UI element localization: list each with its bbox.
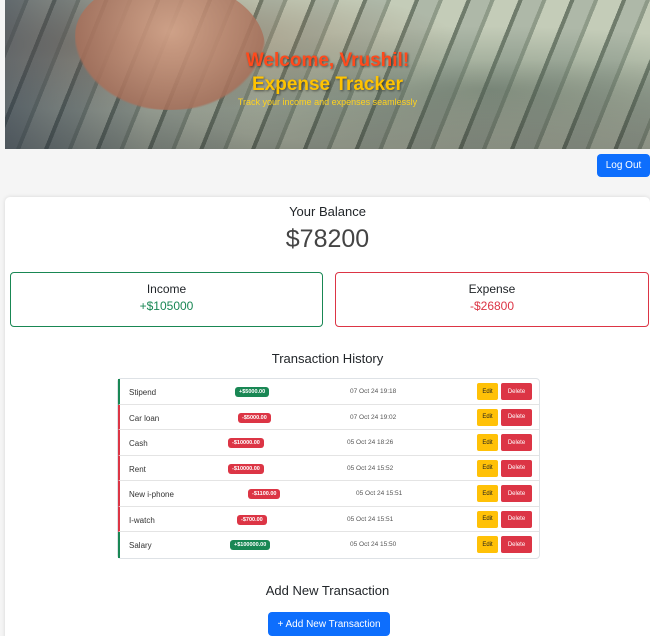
transaction-name: Cash — [129, 439, 148, 448]
edit-button[interactable]: Edit — [477, 536, 498, 553]
delete-button[interactable]: Delete — [501, 434, 532, 451]
transaction-row: Salary +$100000.00 05 Oct 24 15:50 Edit … — [118, 532, 539, 558]
delete-button[interactable]: Delete — [501, 485, 532, 502]
transaction-row: New i-phone -$1100.00 05 Oct 24 15:51 Ed… — [118, 481, 539, 507]
transaction-date: 05 Oct 24 15:52 — [347, 464, 394, 472]
delete-button[interactable]: Delete — [501, 408, 532, 426]
expense-label: Expense — [468, 282, 516, 296]
add-transaction-button[interactable]: + Add New Transaction — [268, 612, 390, 636]
transaction-history-title: Transaction History — [271, 351, 384, 366]
transaction-row: Stipend +$5000.00 07 Oct 24 19:18 Edit D… — [118, 379, 539, 405]
delete-button[interactable]: Delete — [501, 383, 532, 400]
transaction-amount-badge: +$5000.00 — [235, 387, 270, 397]
transaction-name: I-watch — [129, 515, 155, 525]
transaction-row: Car loan -$5000.00 07 Oct 24 19:02 Edit … — [118, 404, 539, 430]
transaction-name: Salary — [129, 541, 152, 550]
expense-value: -$26800 — [469, 299, 515, 313]
income-box: Income +$105000 — [10, 272, 323, 327]
transaction-date: 07 Oct 24 19:18 — [350, 388, 397, 395]
transaction-row: I-watch -$700.00 05 Oct 24 15:51 Edit De… — [118, 506, 539, 532]
edit-button[interactable]: Edit — [477, 459, 498, 477]
transaction-name: Rent — [129, 464, 146, 474]
hero-text: Welcome, Vrushil! Expense Tracker Track … — [5, 50, 650, 107]
main-card: Your Balance $78200 Income +$105000 Expe… — [5, 197, 650, 636]
transaction-amount-badge: -$5000.00 — [238, 412, 271, 423]
edit-button[interactable]: Edit — [477, 510, 498, 528]
transaction-amount-badge: -$700.00 — [237, 514, 267, 525]
income-value: +$105000 — [139, 299, 194, 313]
edit-button[interactable]: Edit — [477, 434, 498, 451]
transaction-date: 05 Oct 24 18:26 — [347, 439, 394, 446]
edit-button[interactable]: Edit — [477, 383, 498, 400]
transaction-name: Car loan — [129, 413, 160, 423]
balance-value: $78200 — [285, 225, 370, 253]
transaction-date: 05 Oct 24 15:51 — [347, 515, 394, 523]
transaction-row: Rent -$10000.00 05 Oct 24 15:52 Edit Del… — [118, 455, 539, 481]
expense-box: Expense -$26800 — [335, 272, 649, 327]
app-title: Expense Tracker — [251, 74, 404, 95]
logout-button[interactable]: Log Out — [597, 154, 650, 177]
transaction-amount-badge: -$10000.00 — [228, 438, 264, 448]
transaction-row: Cash -$10000.00 05 Oct 24 18:26 Edit Del… — [118, 430, 539, 456]
transaction-amount-badge: -$10000.00 — [228, 463, 264, 474]
transaction-amount-badge: -$1100.00 — [248, 489, 281, 499]
app-subtitle: Track your income and expenses seamlessl… — [237, 97, 418, 107]
add-transaction-title: Add New Transaction — [265, 583, 390, 598]
delete-button[interactable]: Delete — [501, 536, 532, 553]
transaction-date: 05 Oct 24 15:50 — [350, 541, 397, 548]
balance-label: Your Balance — [289, 204, 366, 219]
edit-button[interactable]: Edit — [477, 485, 498, 502]
transaction-date: 07 Oct 24 19:02 — [350, 413, 397, 421]
transaction-list: Stipend +$5000.00 07 Oct 24 19:18 Edit D… — [117, 378, 540, 559]
transaction-amount-badge: +$100000.00 — [230, 540, 271, 550]
transaction-name: New i-phone — [129, 490, 174, 499]
delete-button[interactable]: Delete — [501, 510, 532, 528]
welcome-heading: Welcome, Vrushil! — [245, 50, 410, 71]
transaction-name: Stipend — [129, 388, 157, 397]
delete-button[interactable]: Delete — [501, 459, 532, 477]
income-label: Income — [146, 282, 187, 296]
transaction-date: 05 Oct 24 15:51 — [356, 490, 403, 497]
edit-button[interactable]: Edit — [477, 408, 498, 426]
hero-banner: Welcome, Vrushil! Expense Tracker Track … — [5, 0, 650, 149]
